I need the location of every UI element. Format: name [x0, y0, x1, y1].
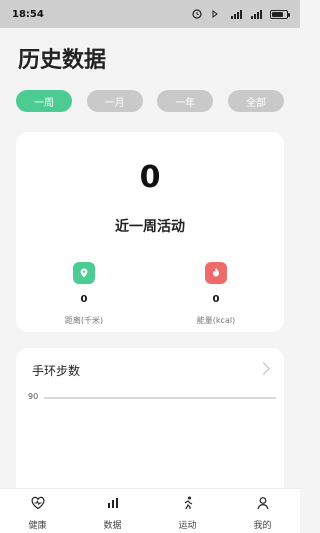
summary-label: 近一周活动 — [115, 219, 185, 235]
nav-health-label: 健康 — [28, 521, 47, 531]
steps-title: 手环步数 — [32, 364, 81, 378]
steps-axis-line — [44, 397, 276, 399]
nav-profile-label: 我的 — [253, 521, 272, 531]
total-activity-value: 0 — [139, 160, 161, 195]
flame-icon — [205, 262, 227, 284]
tab-all[interactable]: 全部 — [227, 90, 284, 112]
distance-pin-icon — [73, 262, 95, 284]
battery-icon — [270, 9, 290, 19]
nav-profile[interactable]: 我的 — [233, 489, 293, 531]
signal-2-icon — [250, 9, 264, 19]
tab-month[interactable]: 一月 — [86, 90, 143, 112]
nav-sport-label: 运动 — [178, 521, 197, 531]
page-title: 历史数据 — [18, 48, 107, 73]
alarm-icon — [190, 9, 204, 19]
status-icons — [190, 9, 290, 19]
bottom-nav: 健康 数据 运动 我的 — [0, 488, 300, 533]
energy-label: 能量(kcal) — [196, 316, 236, 325]
heart-pulse-icon — [30, 495, 46, 511]
tab-year[interactable]: 一年 — [157, 90, 214, 112]
signal-icon — [230, 9, 244, 19]
energy-value: 0 — [212, 294, 220, 305]
nav-health[interactable]: 健康 — [8, 489, 68, 531]
chevron-right-icon[interactable] — [257, 362, 270, 375]
band-steps-card[interactable]: 手环步数 90 — [16, 348, 284, 508]
energy-metric: 0 能量(kcal) — [171, 262, 261, 326]
nav-sport[interactable]: 运动 — [158, 489, 218, 531]
status-time: 18:54 — [12, 8, 44, 20]
data-icon — [105, 495, 121, 511]
steps-axis-label: 90 — [28, 392, 39, 401]
period-tabs: 一周 一月 一年 全部 — [16, 90, 284, 112]
nav-data[interactable]: 数据 — [83, 489, 143, 531]
distance-value: 0 — [80, 294, 88, 305]
distance-metric: 0 距离(千米) — [39, 262, 129, 326]
sport-icon — [180, 495, 196, 511]
status-bar: 18:54 — [0, 0, 300, 28]
distance-label: 距离(千米) — [64, 316, 104, 325]
activity-summary-card: 0 近一周活动 0 距离(千米) 0 能量(kcal) — [16, 132, 284, 332]
nav-data-label: 数据 — [103, 521, 122, 531]
bluetooth-icon — [210, 9, 224, 19]
profile-icon — [255, 495, 271, 511]
tab-week[interactable]: 一周 — [16, 90, 72, 112]
